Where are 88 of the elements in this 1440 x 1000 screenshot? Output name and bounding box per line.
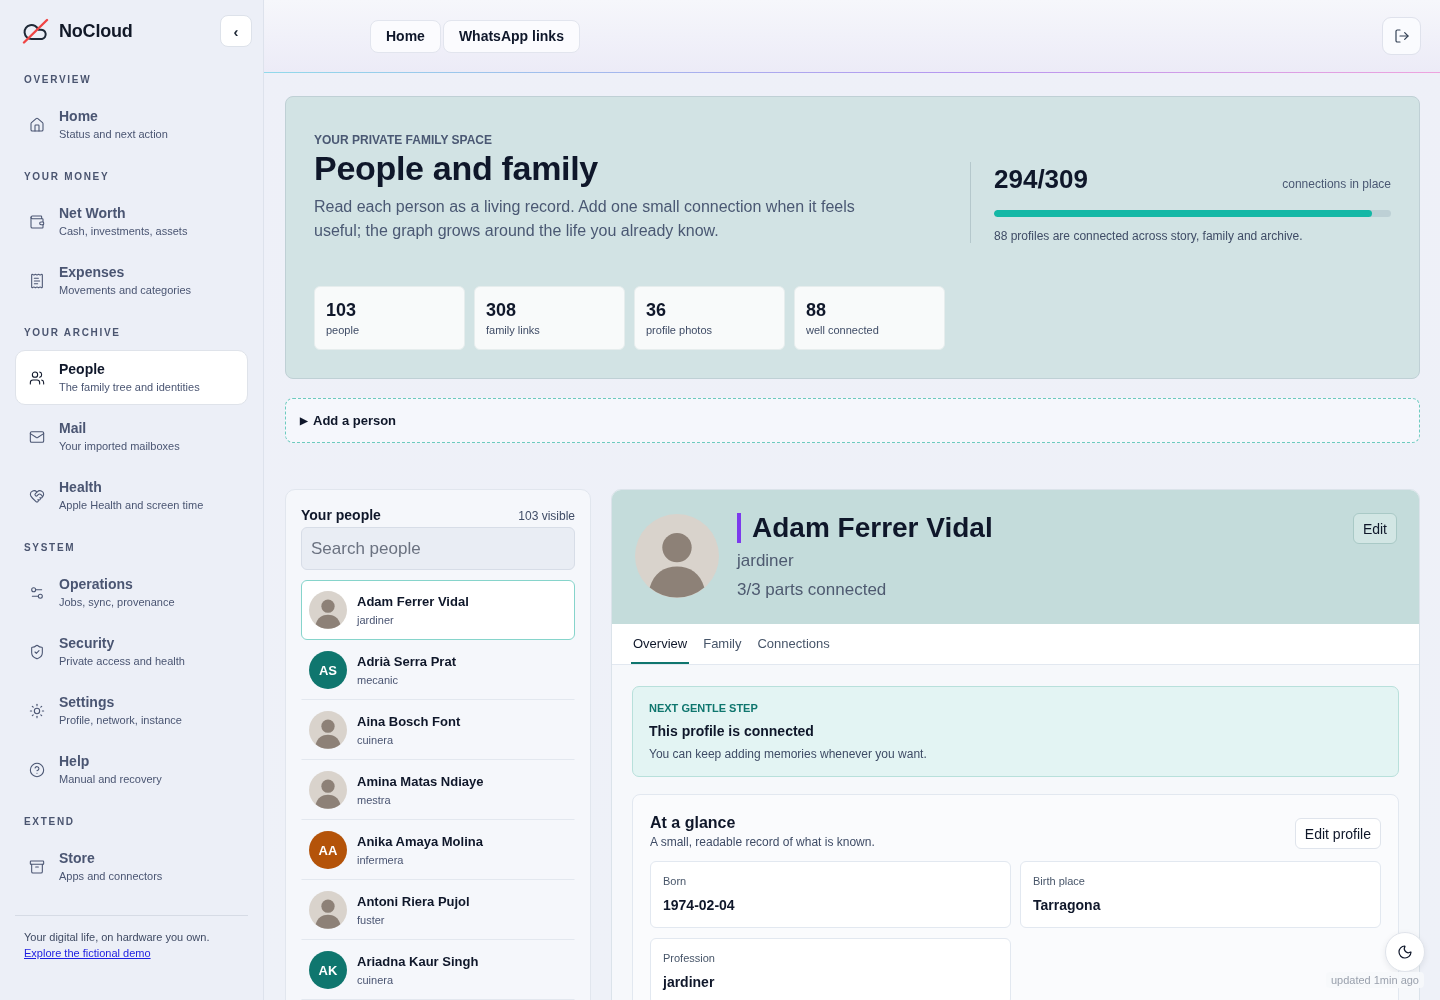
glance-subtitle: A small, readable record of what is known. [650,835,875,849]
progress-note: 88 profiles are connected across story, family and archive. [994,229,1304,243]
stat-label: family links [486,324,541,337]
person-row[interactable]: AS Adrià Serra Prat mecanic [301,640,575,700]
section-title: YOUR ARCHIVE [24,327,122,338]
archive-icon [29,858,45,875]
stat-value: 88 [806,300,828,320]
stat-value: 36 [646,300,668,320]
person-row[interactable]: AA Anika Amaya Molina infermera [301,820,575,880]
crossed-cloud-icon [22,18,50,44]
section-title: YOUR MONEY [24,171,111,182]
nav-item[interactable]: Settings Profile, network, instance [15,683,248,738]
shield-check-icon [29,643,45,660]
header-link[interactable]: WhatsApp links [442,19,580,53]
stat-value: 308 [486,300,518,320]
next-step-text: You can keep adding memories whenever you want. [649,747,928,761]
profile-tab[interactable]: Overview [631,624,690,664]
help-icon [29,761,45,778]
nav-item[interactable]: Home Status and next action [15,97,248,152]
nav-item[interactable]: People The family tree and identities [15,350,248,405]
logout-button[interactable] [1382,17,1421,55]
header-link[interactable]: Home [370,19,441,53]
hero-description: Read each person as a living record. Add one small connection when it feels useful; the graph grows around the life you already know. [314,197,856,241]
person-row[interactable]: AK Ariadna Kaur Singh cuinera [301,940,575,1000]
field-label: Birth place [1033,875,1086,888]
field-value: Tarragona [1033,897,1102,914]
avatar-initials: AK [309,951,347,989]
nav-item[interactable]: Health Apple Health and screen time [15,468,248,523]
edit-button[interactable]: Edit [1352,513,1397,544]
nav-item[interactable]: Store Apps and connectors [15,839,248,894]
collapse-button[interactable]: ‹ [220,15,252,47]
profile-name: Adam Ferrer Vidal [737,513,993,543]
wallet-icon [29,213,45,230]
panel-title: Your people [301,506,381,524]
person-row[interactable]: Antoni Riera Pujol fuster [301,880,575,940]
profile-tab[interactable]: Connections [755,624,832,664]
stat-label: well connected [806,324,880,337]
field-label: Profession [663,952,716,965]
add-person-toggle[interactable]: ▶ Add a person [285,398,1420,443]
sliders-icon [29,584,45,601]
logout-icon [1393,28,1410,44]
users-icon [29,369,45,386]
hero-eyebrow: YOUR PRIVATE FAMILY SPACE [314,133,494,147]
profile-parts: 3/3 parts connected [737,580,888,600]
field-value: 1974-02-04 [663,897,736,914]
sun-icon [29,702,45,719]
stat-value: 103 [326,300,358,320]
field-value: jardiner [663,974,716,991]
page-title: People and family [314,149,599,187]
brand-name: NoCloud [59,20,133,42]
profile-role: jardiner [737,551,795,571]
person-silhouette-icon [309,711,347,749]
nav-item[interactable]: Help Manual and recovery [15,742,248,797]
person-row[interactable]: Amina Matas Ndiaye mestra [301,760,575,820]
mail-icon [29,428,45,445]
edit-profile-button[interactable]: Edit profile [1294,818,1381,849]
person-silhouette-icon [309,591,347,629]
next-step-title: This profile is connected [649,723,815,740]
profile-tab[interactable]: Family [701,624,744,664]
person-row[interactable]: Aina Bosch Font cuinera [301,700,575,760]
nav-item[interactable]: Operations Jobs, sync, provenance [15,565,248,620]
connections-label: connections in place [1282,177,1391,191]
section-title: OVERVIEW [24,74,93,85]
person-silhouette-icon [309,771,347,809]
footer-text: Your digital life, on hardware you own. [24,930,211,944]
moon-icon [1397,944,1413,960]
nav-item[interactable]: Net Worth Cash, investments, assets [15,194,248,249]
nav-item[interactable]: Security Private access and health [15,624,248,679]
avatar-initials: AA [309,831,347,869]
house-icon [29,116,45,133]
person-silhouette-icon [309,891,347,929]
person-silhouette-icon [635,514,719,598]
people-count: 103 visible [518,509,575,523]
glance-title: At a glance [650,813,737,832]
field-label: Born [663,875,688,888]
avatar-initials: AS [309,651,347,689]
nav-item[interactable]: Expenses Movements and categories [15,253,248,308]
person-row[interactable]: Adam Ferrer Vidal jardiner [301,580,575,640]
demo-link[interactable]: Explore the fictional demo [24,946,151,960]
stat-label: people [326,324,361,337]
nav-item[interactable]: Mail Your imported mailboxes [15,409,248,464]
section-title: EXTEND [24,816,76,827]
stat-label: profile photos [646,324,714,337]
search-field[interactable]: Search people [301,527,575,570]
next-step-eyebrow: NEXT GENTLE STEP [649,701,759,715]
connections-reading: 294/309 [994,164,1088,194]
receipt-icon [29,272,45,289]
section-title: SYSTEM [24,542,77,553]
